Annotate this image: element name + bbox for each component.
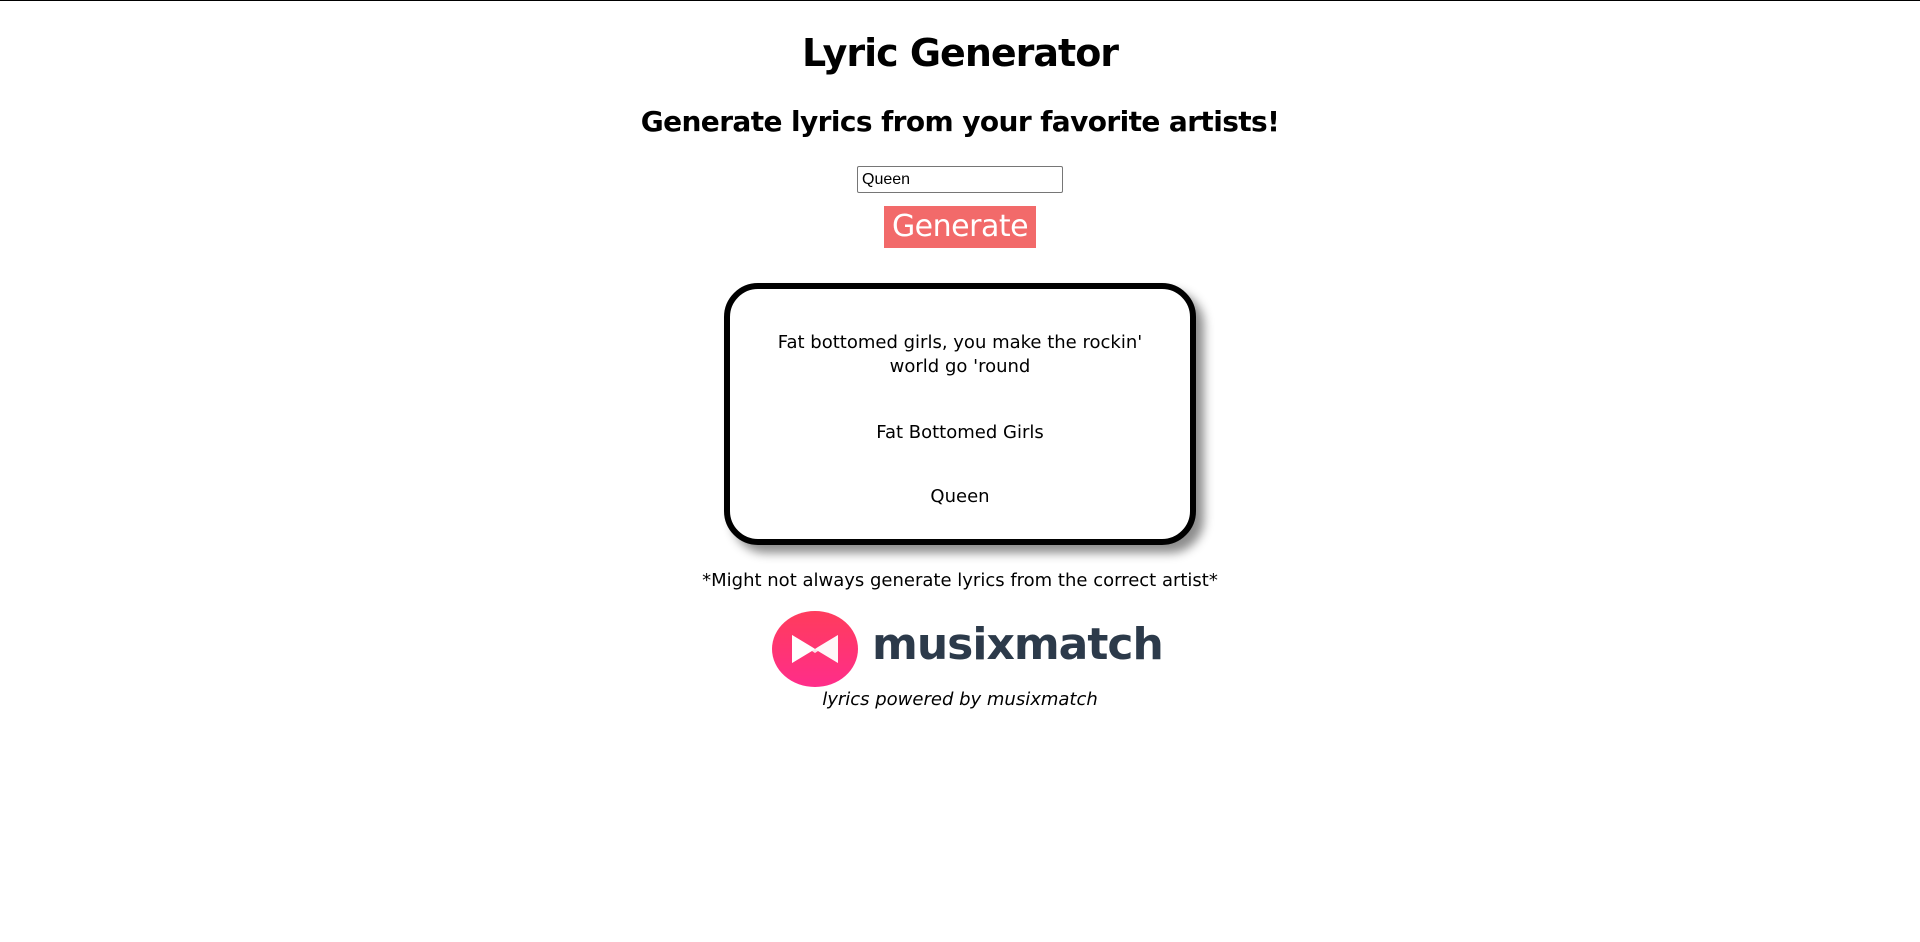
artist-input[interactable] [857,166,1063,193]
page-title: Lyric Generator [801,31,1119,75]
powered-by-text: lyrics powered by musixmatch [822,689,1098,710]
musixmatch-logo: musixmatch [772,611,1164,689]
artist-name: Queen [930,486,990,507]
generate-button[interactable]: Generate [884,206,1036,248]
logo-text: musixmatch [872,619,1164,670]
page-subtitle: Generate lyrics from your favorite artis… [640,105,1280,138]
page: Lyric Generator Generate lyrics from you… [0,0,1920,942]
lyric-text: Fat bottomed girls, you make the rockin'… [777,332,1143,377]
disclaimer-text: *Might not always generate lyrics from t… [702,570,1218,591]
song-title: Fat Bottomed Girls [876,422,1044,443]
musixmatch-logo-icon [772,611,858,687]
lyric-card: Fat bottomed girls, you make the rockin'… [724,283,1196,545]
